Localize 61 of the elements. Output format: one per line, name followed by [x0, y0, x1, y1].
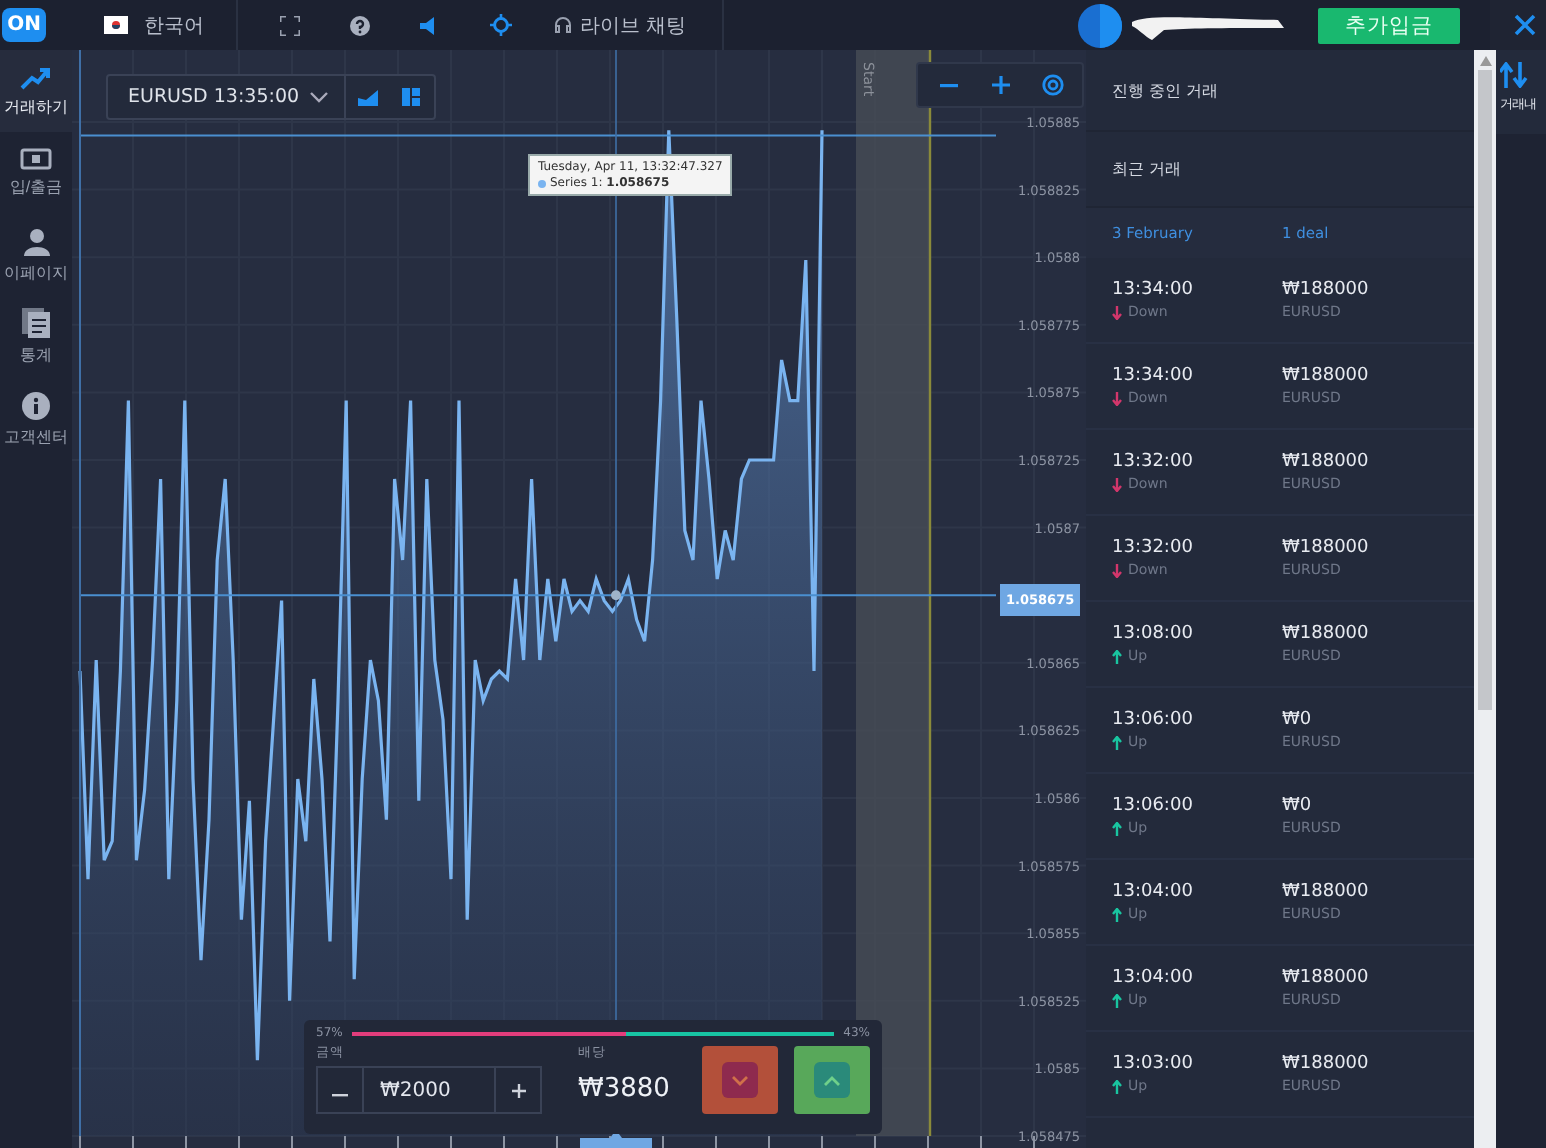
trade-amount: ₩188000	[1282, 1054, 1371, 1074]
trend-up-icon	[20, 65, 52, 89]
language-selector[interactable]: 한국어	[144, 11, 204, 39]
flag-icon	[104, 16, 128, 34]
avatar-icon[interactable]	[1078, 3, 1122, 47]
sidebar-item[interactable]: 거래하기	[0, 50, 72, 132]
plus-icon	[511, 1084, 525, 1098]
arrow-up-icon	[1112, 907, 1122, 921]
arrow-down-icon	[1112, 391, 1122, 405]
trade-time: 13:06:00	[1112, 796, 1195, 816]
sidebar-item[interactable]: 이페이지	[0, 214, 72, 296]
scrollbar[interactable]	[1474, 50, 1496, 1148]
arrow-up-icon	[1112, 649, 1122, 663]
minus-icon	[332, 1094, 348, 1098]
trade-time: 13:06:00	[1112, 710, 1195, 730]
chevron-down-icon	[731, 1075, 748, 1085]
arrow-up-icon	[1112, 1079, 1122, 1093]
live-chat-button[interactable]: 라이브 채팅	[554, 11, 687, 39]
payout-value: ₩3880	[578, 1074, 670, 1104]
trade-time: 13:32:00	[1112, 452, 1195, 472]
sidebar-item[interactable]: 통계	[0, 296, 72, 378]
trade-amount: ₩188000	[1282, 280, 1371, 300]
trade-amount: ₩0	[1282, 796, 1314, 816]
arrow-down-icon	[1112, 305, 1122, 319]
trade-time: 13:32:00	[1112, 538, 1195, 558]
amount-field[interactable]: ₩2000	[362, 1068, 496, 1112]
info-icon	[22, 391, 50, 419]
arrow-up-icon	[1112, 821, 1122, 835]
banknote-icon	[20, 148, 52, 170]
close-icon[interactable]	[1514, 14, 1536, 36]
trade-amount: ₩188000	[1282, 538, 1371, 558]
trade-time: 13:34:00	[1112, 280, 1195, 300]
person-icon	[23, 227, 49, 255]
chevron-up-icon	[823, 1075, 840, 1085]
document-icon	[22, 308, 50, 338]
arrow-down-icon	[1112, 477, 1122, 491]
trade-time: 13:08:00	[1112, 624, 1195, 644]
trade-time: 13:04:00	[1112, 968, 1195, 988]
hover-point	[611, 590, 621, 601]
trade-time: 13:03:00	[1112, 1054, 1195, 1074]
arrow-up-icon	[1112, 735, 1122, 749]
trade-amount: ₩188000	[1282, 452, 1371, 472]
crosshair-icon[interactable]	[484, 9, 516, 41]
arrow-up-icon	[1112, 993, 1122, 1007]
trade-time: 13:34:00	[1112, 366, 1195, 386]
arrow-down-icon	[1112, 563, 1122, 577]
up-down-arrows-icon[interactable]	[1500, 62, 1528, 88]
trade-time: 13:04:00	[1112, 882, 1195, 902]
trade-amount: ₩188000	[1282, 882, 1371, 902]
amount-stepper[interactable]: ₩2000	[316, 1066, 542, 1114]
scroll-up-arrow-icon[interactable]	[1479, 56, 1491, 66]
sidebar-item[interactable]: 고객센터	[0, 378, 72, 460]
trade-amount: ₩188000	[1282, 968, 1371, 988]
headset-icon	[554, 15, 572, 35]
sidebar-item[interactable]: 입/출금	[0, 132, 72, 214]
trade-amount: ₩188000	[1282, 624, 1371, 644]
trade-amount: ₩188000	[1282, 366, 1371, 386]
chevron-down-icon	[309, 91, 328, 103]
time-marker	[580, 1130, 652, 1148]
legend-dot-icon	[538, 179, 546, 187]
trade-amount: ₩0	[1282, 710, 1314, 730]
